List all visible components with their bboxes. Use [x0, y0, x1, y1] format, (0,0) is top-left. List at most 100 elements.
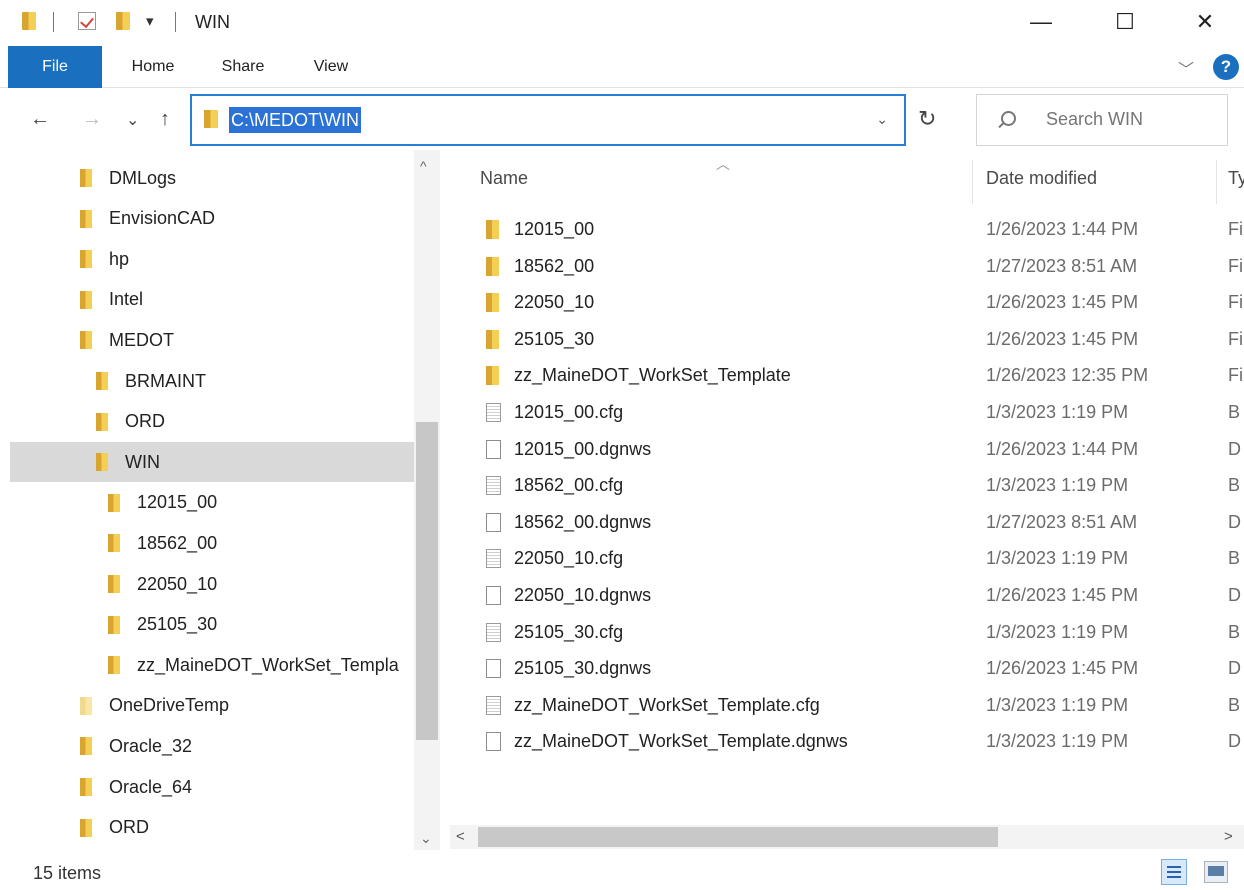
folder-icon: [108, 615, 120, 634]
address-bar[interactable]: C:\MEDOT\WIN ⌄: [190, 94, 906, 146]
tree-item[interactable]: ORD: [0, 402, 414, 442]
tree-item[interactable]: OneDriveTemp: [0, 686, 414, 726]
back-button[interactable]: ←: [30, 108, 50, 131]
new-folder-icon[interactable]: [116, 12, 130, 30]
close-button[interactable]: ✕: [1182, 6, 1228, 38]
help-icon[interactable]: ?: [1213, 54, 1239, 80]
scroll-thumb[interactable]: [416, 422, 438, 740]
file-row[interactable]: zz_MaineDOT_WorkSet_Template.cfg 1/3/2023…: [440, 688, 1244, 724]
tree-item[interactable]: hp: [0, 239, 414, 279]
file-row[interactable]: 18562_00.cfg 1/3/2023 1:19 PM B: [440, 468, 1244, 504]
nav-scrollbar[interactable]: ^ ⌄: [414, 150, 440, 850]
file-type: Fi: [1228, 219, 1243, 239]
file-row[interactable]: 12015_00 1/26/2023 1:44 PM Fi: [440, 212, 1244, 248]
tab-view[interactable]: View: [300, 46, 362, 88]
maximize-button[interactable]: ☐: [1102, 6, 1148, 38]
file-row[interactable]: 22050_10.dgnws 1/26/2023 1:45 PM D: [440, 578, 1244, 614]
tree-item-label: DMLogs: [109, 167, 177, 188]
file-row[interactable]: 12015_00.dgnws 1/26/2023 1:44 PM D: [440, 432, 1244, 468]
file-date-modified: 1/26/2023 1:45 PM: [986, 585, 1139, 605]
tree-item[interactable]: Oracle_64: [0, 767, 414, 807]
customize-toolbar-button[interactable]: ▾: [146, 12, 154, 30]
file-row[interactable]: 25105_30.cfg 1/3/2023 1:19 PM B: [440, 615, 1244, 651]
file-name: zz_MaineDOT_WorkSet_Template.cfg: [514, 694, 820, 715]
up-button[interactable]: ↑: [160, 108, 170, 131]
tree-item-label: hp: [109, 248, 130, 269]
tree-item-label: 12015_00: [137, 492, 218, 513]
expand-ribbon-button[interactable]: ﹀: [1178, 56, 1194, 80]
tree-item[interactable]: zz_MaineDOT_WorkSet_Templa: [0, 645, 414, 685]
tree-item[interactable]: Intel: [0, 280, 414, 320]
folder-icon: [108, 534, 120, 553]
tree-item-label: 18562_00: [137, 532, 218, 553]
tree-item[interactable]: MEDOT: [0, 320, 414, 360]
file-row[interactable]: 22050_10.cfg 1/3/2023 1:19 PM B: [440, 541, 1244, 577]
forward-button[interactable]: →: [82, 108, 102, 131]
file-name: 22050_10.cfg: [514, 548, 624, 569]
tree-item[interactable]: EnvisionCAD: [0, 199, 414, 239]
file-row[interactable]: 25105_30 1/26/2023 1:45 PM Fi: [440, 322, 1244, 358]
column-divider[interactable]: [972, 160, 973, 204]
properties-icon[interactable]: [78, 12, 96, 30]
search-icon: [1001, 111, 1016, 126]
column-header-name[interactable]: Name: [480, 168, 528, 189]
scroll-up-button[interactable]: ^: [420, 158, 427, 174]
folder-icon[interactable]: [22, 12, 36, 30]
column-header-date-modified[interactable]: Date modified: [986, 168, 1097, 189]
column-divider[interactable]: [1216, 160, 1217, 204]
title-bar: ▾ WIN — ☐ ✕: [0, 0, 1244, 46]
file-row[interactable]: 25105_30.dgnws 1/26/2023 1:45 PM D: [440, 651, 1244, 687]
file-row[interactable]: zz_MaineDOT_WorkSet_Template.dgnws 1/3/20…: [440, 724, 1244, 760]
scroll-right-button[interactable]: >: [1224, 828, 1233, 845]
minimize-button[interactable]: —: [1018, 6, 1064, 38]
file-icon: [486, 439, 501, 459]
tree-item[interactable]: Oracle_32: [0, 726, 414, 766]
tab-file[interactable]: File: [8, 46, 102, 88]
file-row[interactable]: zz_MaineDOT_WorkSet_Template 1/26/2023 12…: [440, 358, 1244, 394]
horizontal-scrollbar[interactable]: < >: [450, 825, 1244, 849]
tab-share[interactable]: Share: [210, 46, 276, 88]
scroll-left-button[interactable]: <: [456, 828, 465, 845]
file-type: D: [1228, 731, 1241, 752]
file-icon: [486, 586, 501, 605]
tree-item[interactable]: DMLogs: [0, 158, 414, 198]
config-file-icon: [486, 622, 501, 642]
file-row[interactable]: 12015_00.cfg 1/3/2023 1:19 PM B: [440, 395, 1244, 431]
folder-icon: [80, 737, 92, 756]
search-input[interactable]: [1046, 109, 1216, 130]
address-dropdown-button[interactable]: ⌄: [876, 111, 888, 128]
item-count: 15 items: [33, 863, 102, 883]
tree-item-label: Oracle_64: [109, 776, 193, 797]
folder-icon: [80, 331, 92, 350]
tree-item[interactable]: 22050_10: [0, 564, 414, 604]
search-box[interactable]: [976, 94, 1228, 146]
column-header-type[interactable]: Ty: [1228, 168, 1244, 189]
tree-item[interactable]: ORD: [0, 808, 414, 848]
folder-icon: [80, 696, 92, 715]
scroll-down-button[interactable]: ⌄: [420, 830, 432, 847]
scroll-thumb[interactable]: [478, 827, 998, 847]
details-view-button[interactable]: [1161, 859, 1187, 885]
tree-item-label: Intel: [109, 289, 144, 310]
tree-item[interactable]: WIN: [10, 442, 414, 483]
large-icons-view-button[interactable]: [1204, 861, 1228, 883]
folder-icon: [108, 656, 120, 675]
file-type: Fi: [1228, 255, 1243, 276]
tab-home[interactable]: Home: [116, 46, 190, 88]
file-row[interactable]: 22050_10 1/26/2023 1:45 PM Fi: [440, 285, 1244, 321]
tree-item[interactable]: 18562_00: [0, 523, 414, 563]
refresh-button[interactable]: ↻: [918, 106, 936, 132]
file-row[interactable]: 18562_00 1/27/2023 8:51 AM Fi: [440, 249, 1244, 285]
file-date-modified: 1/3/2023 1:19 PM: [986, 694, 1129, 715]
file-date-modified: 1/26/2023 1:45 PM: [986, 292, 1139, 313]
tree-item[interactable]: BRMAINT: [0, 361, 414, 401]
folder-icon: [96, 412, 108, 431]
separator: [175, 12, 176, 32]
file-date-modified: 1/26/2023 1:45 PM: [986, 658, 1139, 679]
file-row[interactable]: 18562_00.dgnws 1/27/2023 8:51 AM D: [440, 505, 1244, 541]
folder-icon: [204, 110, 218, 128]
recent-locations-button[interactable]: ⌄: [126, 110, 139, 130]
tree-item[interactable]: 25105_30: [0, 605, 414, 645]
tree-item[interactable]: 12015_00: [0, 483, 414, 523]
address-path[interactable]: C:\MEDOT\WIN: [229, 107, 361, 133]
